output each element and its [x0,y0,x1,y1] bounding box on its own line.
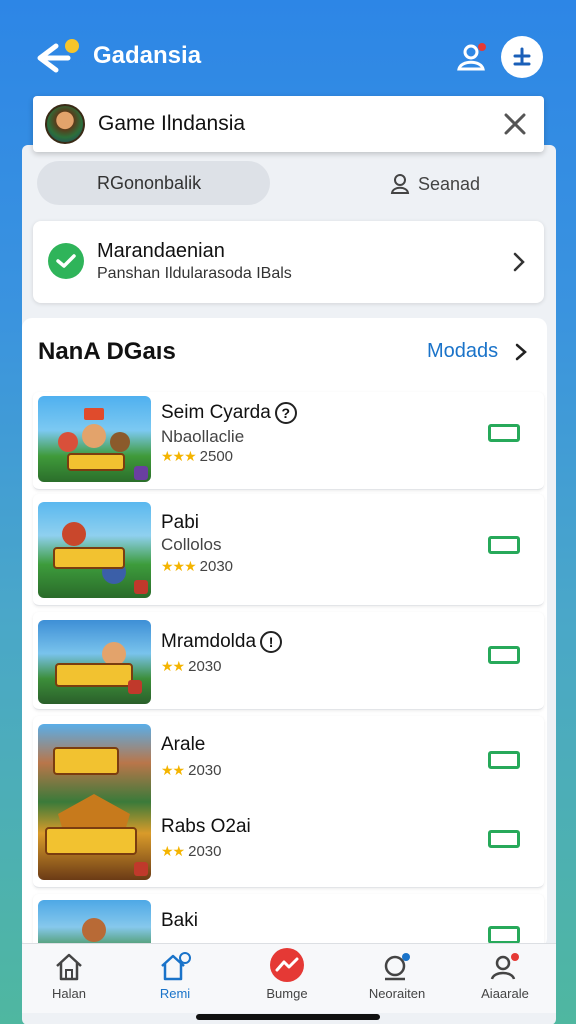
tab-right-label: Seanad [418,173,481,194]
install-toggle[interactable] [488,751,520,769]
account-icon [490,953,519,980]
close-icon [504,113,526,135]
game-rating: ★★★ 2030 [161,558,234,575]
nav-store[interactable]: Remi [130,952,220,1001]
stars-icon: ★★ [161,762,185,778]
profile-button[interactable] [455,40,489,74]
game-rating: ★★ 2030 [161,762,222,779]
stars-icon: ★★★ [161,558,197,574]
game-row[interactable]: Pabi Collolos ★★★ 2030 [33,494,544,606]
user-icon [457,43,486,71]
game-row[interactable]: Mramdolda! ★★ 2030 [33,612,544,710]
person-icon [390,174,410,194]
game-avatar [45,104,85,144]
game-rating: ★★★ 2500 [161,448,234,465]
game-title: Pabi [161,512,200,533]
tab-left-label: RGononbalik [97,173,202,193]
info-icon[interactable]: ! [260,631,283,653]
game-title: Mramdolda! [161,631,283,653]
game-thumbnail [38,396,151,482]
status-card[interactable]: Marandaenian Panshan Ildularasoda IBals [33,221,544,303]
bottom-navigation: Halan Remi Bumge Neoraiten Aiaarale [22,943,556,1013]
app-title: Gadansia [93,42,202,69]
back-arrow-icon [37,39,79,73]
top-bar: Gadansia [0,0,576,100]
chevron-right-icon [513,252,525,272]
search-input[interactable]: Game Ilndansia [98,112,245,136]
close-button[interactable] [502,111,528,137]
install-toggle[interactable] [488,926,520,944]
game-title: Baki [161,910,198,931]
home-indicator[interactable] [196,1014,380,1020]
game-thumbnail [38,620,151,704]
nav-trending-label: Bumge [266,986,308,1001]
nav-store-label: Remi [159,986,191,1001]
trending-icon [270,948,304,982]
home-icon [56,953,82,981]
nav-home[interactable]: Halan [24,952,114,1001]
game-row[interactable]: Arale ★★ 2030 Rabs O2ai ★★ 2030 [33,716,544,888]
chevron-right-icon[interactable] [514,342,528,362]
game-title: Arale [161,734,206,755]
stars-icon: ★★ [161,843,185,859]
install-toggle[interactable] [488,646,520,664]
store-icon [161,952,191,981]
game-row[interactable]: Seim Cyarda? Nbaollaclie ★★★ 2500 [33,392,544,490]
notifications-icon [384,953,410,981]
game-rating: ★★ 2030 [161,658,222,675]
game-rating: ★★ 2030 [161,843,222,860]
game-subtitle: Collolos [161,535,222,554]
nav-notifications-label: Neoraiten [368,986,426,1001]
see-more-link[interactable]: Modads [427,340,498,363]
nav-trending[interactable]: Bumge [242,948,332,1001]
game-title: Rabs O2ai [161,816,251,837]
install-toggle[interactable] [488,536,520,554]
nav-account-label: Aiaarale [481,986,529,1001]
tab-right[interactable]: Seanad [390,170,480,198]
nav-home-label: Halan [52,986,86,1001]
nav-account[interactable]: Aiaarale [460,952,550,1001]
status-title: Marandaenian [97,240,225,262]
game-subtitle: Nbaollaclie [161,427,245,446]
info-icon[interactable]: ? [274,402,297,424]
game-title: Seim Cyarda? [161,402,297,424]
add-button[interactable] [501,36,543,78]
stars-icon: ★★ [161,658,185,674]
game-thumbnail [38,502,151,598]
stars-icon: ★★★ [161,448,197,464]
plus-icon [513,47,531,66]
status-subtitle: Panshan Ildularasoda IBals [97,265,292,282]
game-thumbnail [38,724,151,880]
tab-left[interactable]: RGononbalik [37,161,270,205]
install-toggle[interactable] [488,424,520,442]
install-toggle[interactable] [488,830,520,848]
section-title: NanA DGaıs [38,338,176,365]
nav-notifications[interactable]: Neoraiten [352,952,442,1001]
search-bar[interactable]: Game Ilndansia [33,96,544,152]
back-button[interactable] [34,38,86,80]
check-icon [48,243,84,279]
